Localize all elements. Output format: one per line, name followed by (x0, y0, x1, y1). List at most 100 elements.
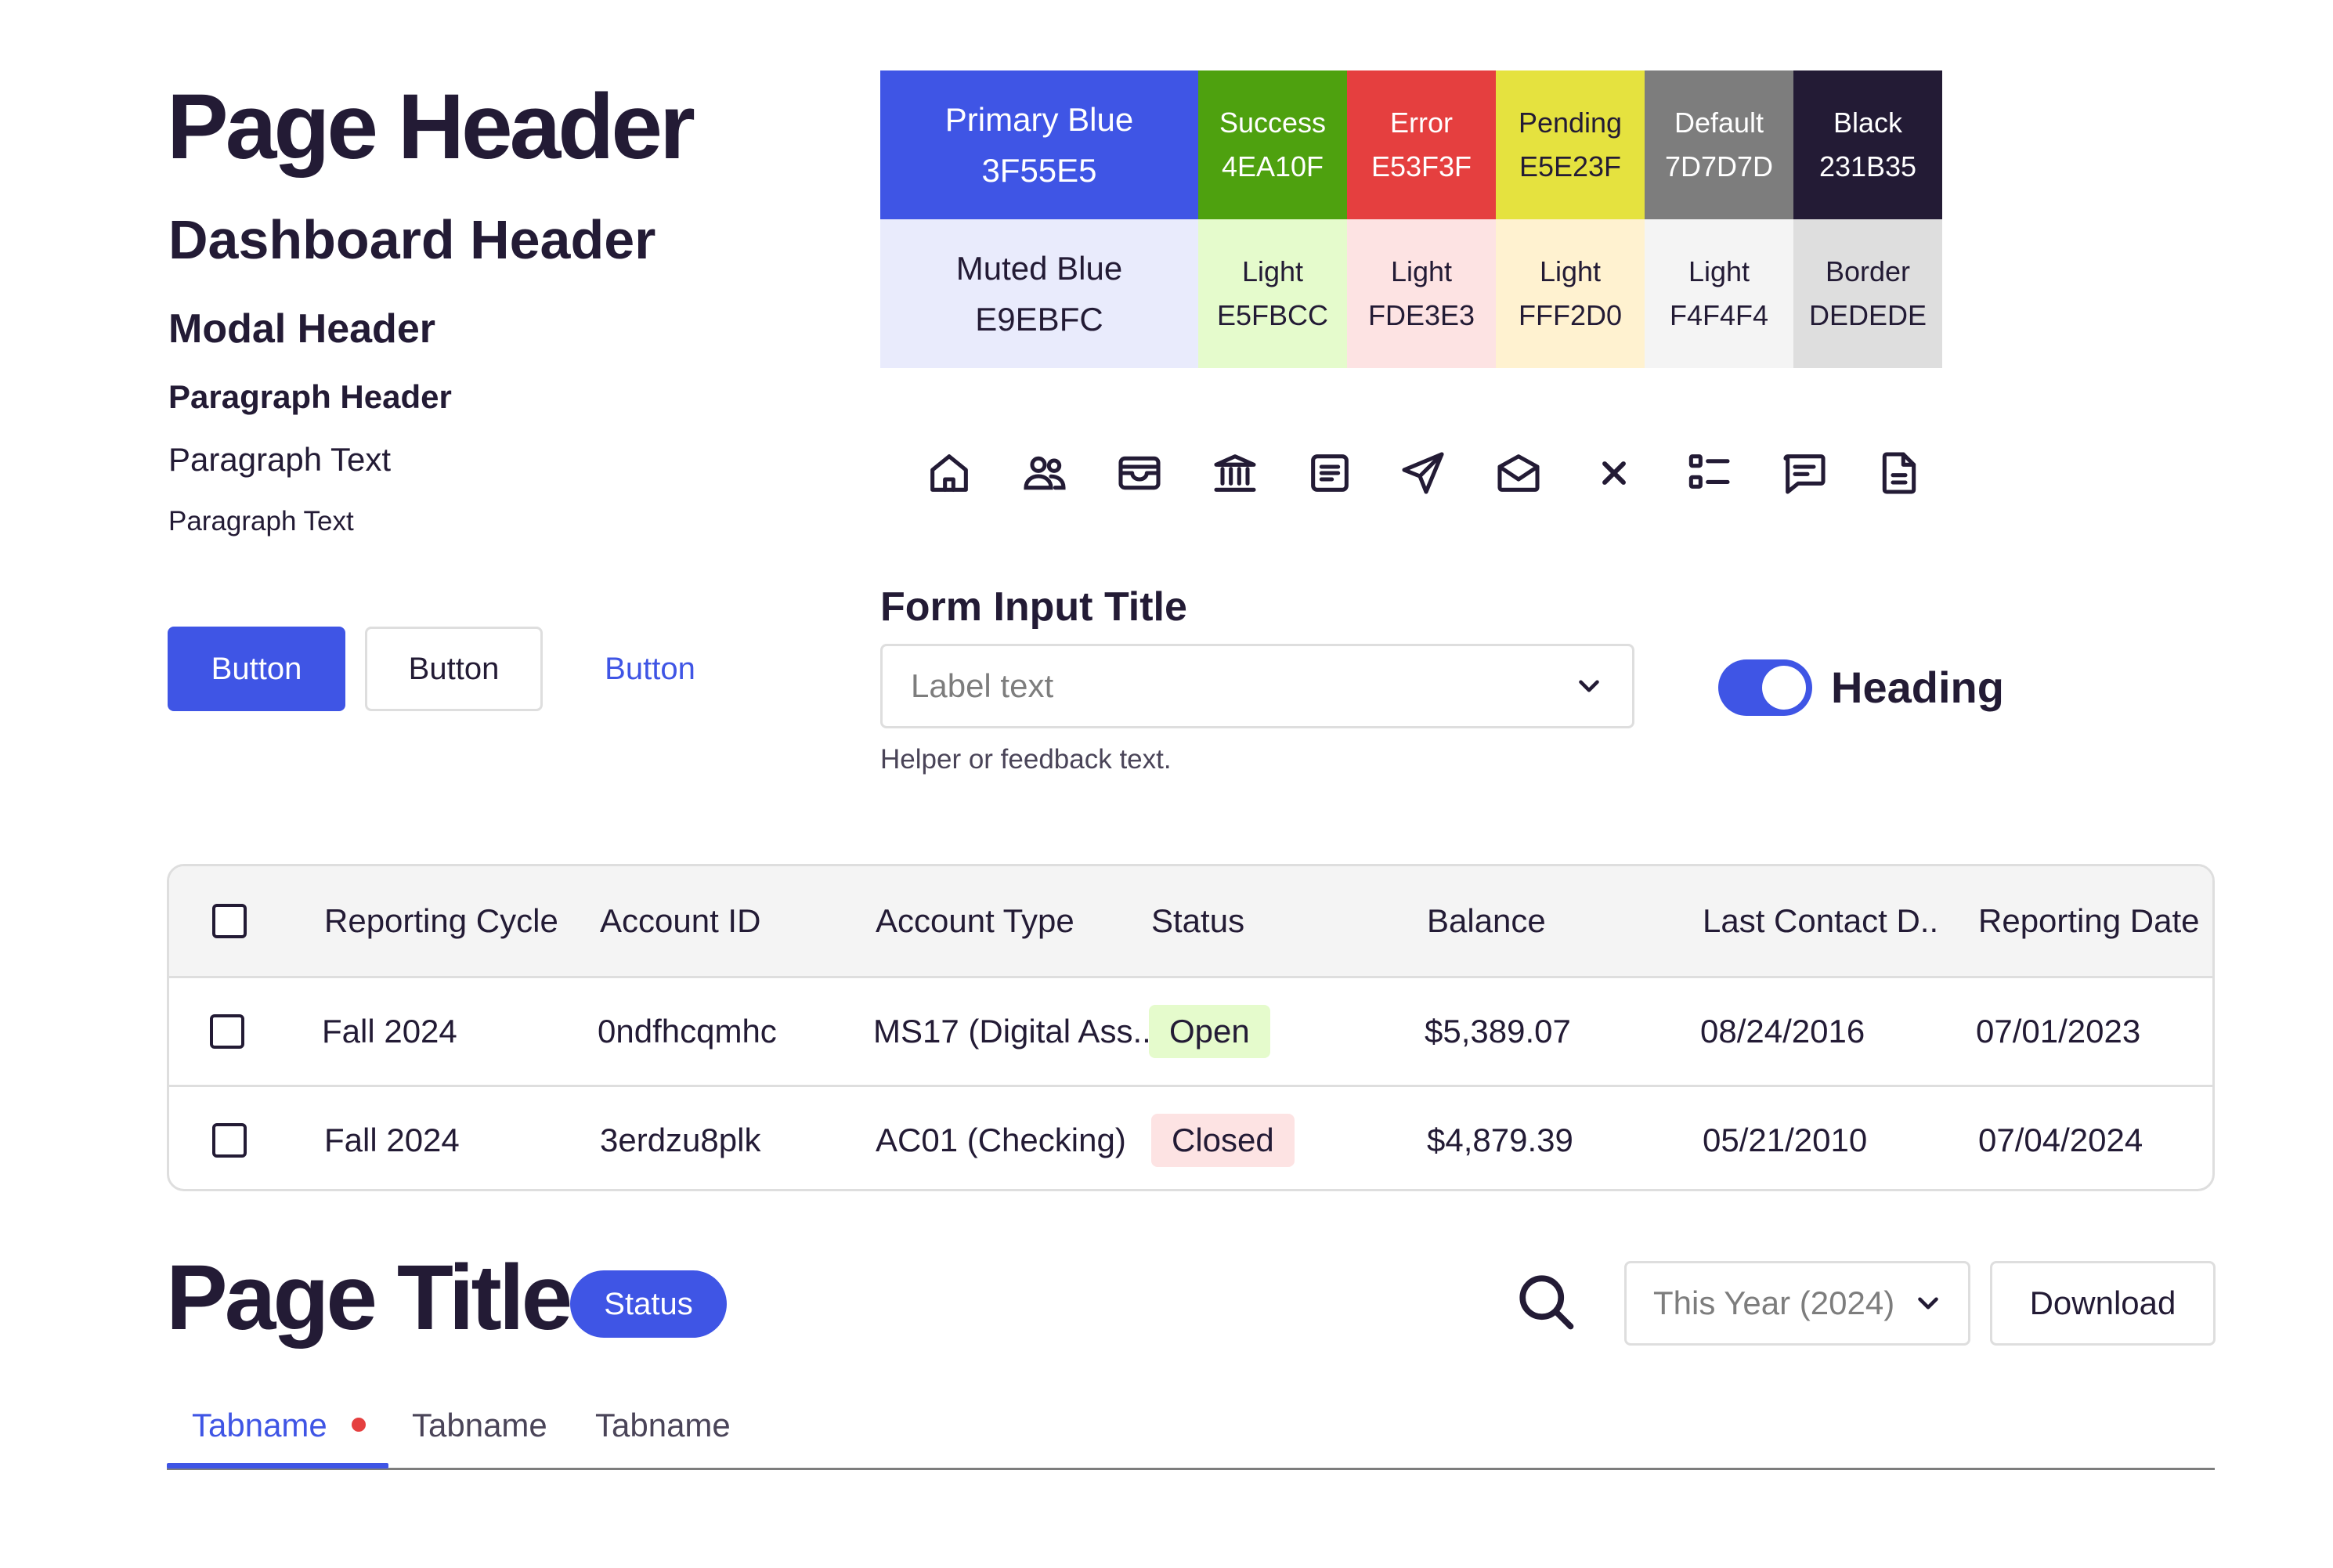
swatch-light-success: Light E5FBCC (1198, 219, 1347, 368)
label-select[interactable]: Label text (880, 644, 1634, 728)
swatch-light-default: Light F4F4F4 (1645, 219, 1793, 368)
status-badge-closed: Closed (1151, 1114, 1295, 1167)
search-icon[interactable] (1513, 1269, 1579, 1335)
swatch-hex: 7D7D7D (1664, 150, 1774, 182)
modal-header-sample: Modal Header (168, 306, 435, 352)
paragraph-text-small-sample: Paragraph Text (168, 506, 354, 537)
cell-account-type: AC01 (Checking) (876, 1122, 1126, 1158)
swatch-hex: E53F3F (1371, 150, 1472, 182)
toggle-knob (1762, 666, 1806, 710)
chat-icon (1779, 448, 1829, 498)
status-badge-open: Open (1149, 1005, 1270, 1058)
toggle-label: Heading (1831, 663, 2004, 712)
swatch-pending: Pending E5E23F (1496, 70, 1645, 219)
link-button[interactable]: Button (564, 627, 736, 711)
cell-account-id: 3erdzu8plk (600, 1122, 761, 1158)
swatch-name: Border (1825, 255, 1911, 288)
swatch-name: Light (1688, 255, 1750, 288)
column-header[interactable]: Account Type (876, 866, 1074, 976)
page-title: Page Title (166, 1246, 572, 1349)
row-checkbox[interactable] (210, 1014, 244, 1049)
swatch-muted-blue: Muted Blue E9EBFC (880, 219, 1198, 368)
document-icon (1874, 448, 1924, 498)
active-tab-indicator (167, 1463, 388, 1469)
table-row[interactable]: Fall 2024 3erdzu8plk AC01 (Checking) Clo… (169, 1087, 2212, 1189)
note-icon (1305, 448, 1355, 498)
swatch-black: Black 231B35 (1793, 70, 1942, 219)
primary-button[interactable]: Button (168, 627, 345, 711)
swatch-name: Light (1241, 255, 1304, 288)
column-header[interactable]: Status (1151, 866, 1244, 976)
cell-reporting-date: 07/04/2024 (1978, 1122, 2143, 1158)
column-header[interactable]: Account ID (600, 866, 760, 976)
column-header[interactable]: Reporting Cycle (324, 866, 558, 976)
year-select-value: This Year (2024) (1653, 1284, 1895, 1321)
swatch-hex: FDE3E3 (1367, 299, 1475, 331)
bank-icon (1210, 448, 1260, 498)
swatch-name: Pending (1518, 107, 1623, 139)
swatch-hex: F4F4F4 (1669, 299, 1769, 331)
select-all-checkbox[interactable] (212, 904, 247, 938)
cell-last-contact: 05/21/2010 (1703, 1122, 1868, 1158)
form-input-title: Form Input Title (880, 584, 1187, 630)
list-icon (1684, 448, 1734, 498)
cell-reporting-cycle: Fall 2024 (324, 1122, 460, 1158)
paragraph-text-sample: Paragraph Text (168, 441, 392, 478)
swatch-name: Default (1674, 107, 1764, 139)
chevron-down-icon (1579, 680, 1599, 692)
users-icon (1020, 448, 1070, 498)
swatch-hex: 231B35 (1818, 150, 1917, 182)
swatch-primary-blue: Primary Blue 3F55E5 (880, 70, 1198, 219)
column-header[interactable]: Balance (1427, 866, 1546, 976)
accounts-table: Reporting Cycle Account ID Account Type … (167, 864, 2215, 1191)
home-icon (924, 448, 974, 498)
swatch-hex: 4EA10F (1221, 150, 1324, 182)
swatch-error: Error E53F3F (1347, 70, 1496, 219)
status-badge: Status (570, 1270, 727, 1338)
outline-button[interactable]: Button (365, 627, 543, 711)
swatch-hex: E5FBCC (1216, 299, 1329, 331)
mail-open-icon (1493, 448, 1544, 498)
cell-reporting-date: 07/01/2023 (1976, 1013, 2141, 1050)
swatch-hex: E9EBFC (975, 301, 1103, 338)
cell-status: Closed (1151, 1087, 1295, 1189)
swatch-light-error: Light FDE3E3 (1347, 219, 1496, 368)
paragraph-header-sample: Paragraph Header (168, 378, 452, 415)
swatch-name: Error (1390, 107, 1453, 139)
row-checkbox[interactable] (212, 1123, 247, 1158)
swatch-default: Default 7D7D7D (1645, 70, 1793, 219)
swatch-name: Success (1219, 107, 1327, 139)
swatch-name: Light (1539, 255, 1602, 288)
cell-last-contact: 08/24/2016 (1700, 1013, 1865, 1050)
cell-account-id: 0ndfhcqmhc (598, 1013, 777, 1050)
helper-text: Helper or feedback text. (880, 744, 1172, 775)
page-header-sample: Page Header (167, 75, 695, 179)
select-placeholder: Label text (911, 667, 1054, 704)
column-header[interactable]: Last Contact D.. (1703, 866, 1938, 976)
heading-toggle[interactable] (1718, 659, 1812, 716)
swatch-name: Primary Blue (944, 100, 1134, 138)
swatch-name: Light (1390, 255, 1453, 288)
swatch-hex: DEDEDE (1808, 299, 1927, 331)
column-header[interactable]: Reporting Date (1978, 866, 2200, 976)
cell-status: Open (1149, 978, 1270, 1085)
wallet-icon (1114, 448, 1165, 498)
cell-reporting-cycle: Fall 2024 (322, 1013, 457, 1050)
tabs-divider (167, 1468, 2215, 1470)
tab-2[interactable]: Tabname (412, 1402, 547, 1449)
tab-1[interactable]: Tabname (192, 1402, 327, 1449)
cell-account-type: MS17 (Digital Ass.. (873, 1013, 1151, 1050)
tab-3[interactable]: Tabname (595, 1402, 731, 1449)
download-button[interactable]: Download (1990, 1261, 2216, 1346)
send-icon (1398, 448, 1448, 498)
cell-balance: $5,389.07 (1425, 1013, 1571, 1050)
swatch-hex: FFF2D0 (1518, 299, 1622, 331)
swatch-success: Success 4EA10F (1198, 70, 1347, 219)
swatch-hex: E5E23F (1519, 150, 1622, 182)
year-select[interactable]: This Year (2024) (1624, 1261, 1970, 1346)
close-icon (1589, 448, 1639, 498)
cell-balance: $4,879.39 (1427, 1122, 1573, 1158)
notification-dot (352, 1418, 366, 1432)
table-row[interactable]: Fall 2024 0ndfhcqmhc MS17 (Digital Ass..… (169, 978, 2212, 1087)
swatch-name: Muted Blue (955, 249, 1123, 287)
